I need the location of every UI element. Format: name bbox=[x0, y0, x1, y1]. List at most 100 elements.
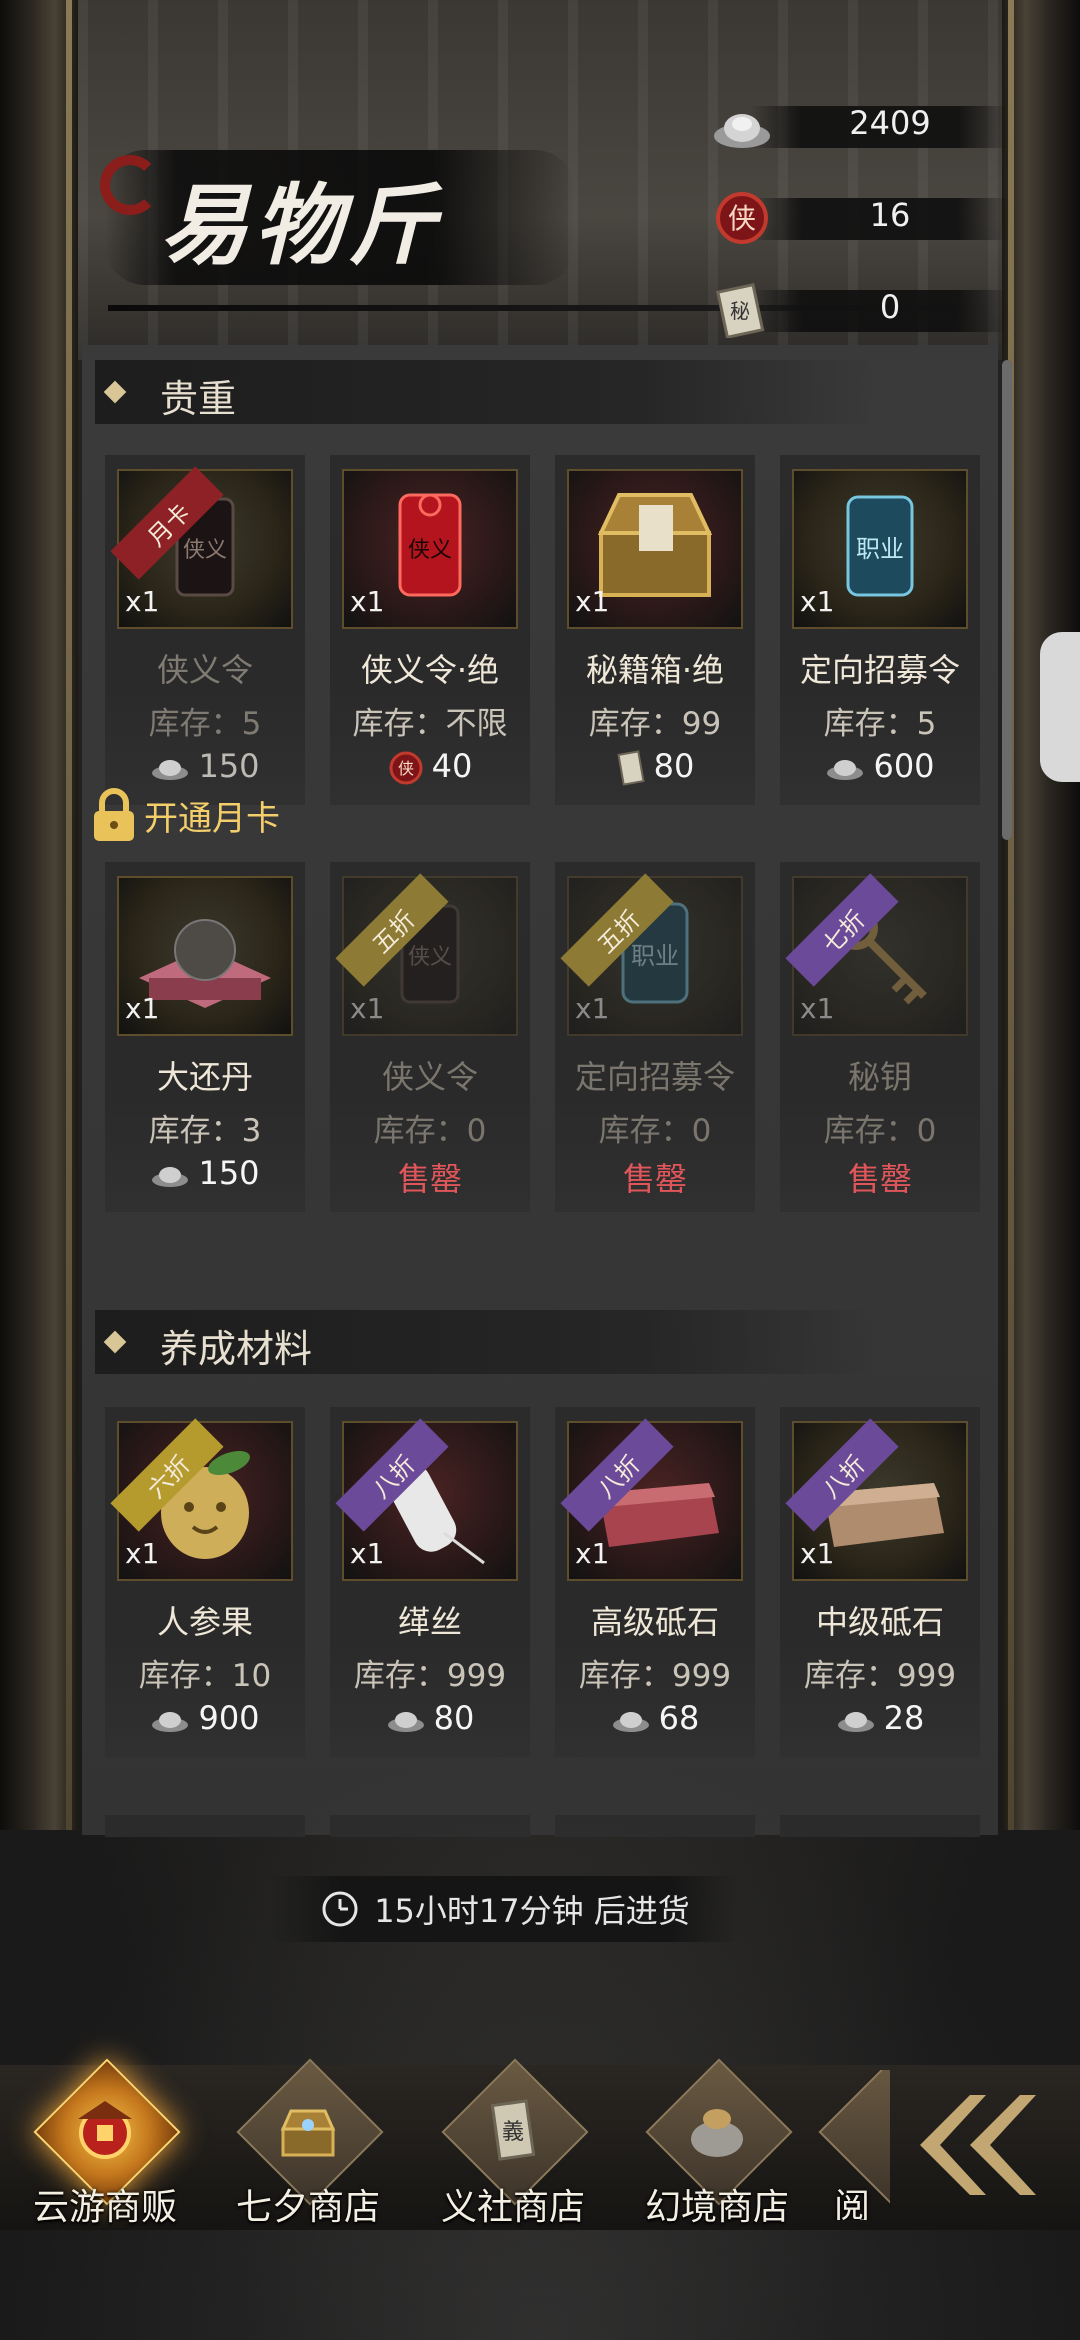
svg-text:義: 義 bbox=[502, 2120, 524, 2145]
lock-icon bbox=[94, 788, 134, 841]
fog-overlay bbox=[0, 1740, 1080, 2340]
section-title: 贵重 bbox=[160, 377, 237, 421]
item-quantity: x1 bbox=[800, 992, 835, 1025]
item-price: 80 bbox=[555, 747, 755, 786]
silver-ingot-icon bbox=[612, 1712, 649, 1732]
svg-text:职业: 职业 bbox=[631, 942, 679, 970]
treasure-chest-icon bbox=[270, 2092, 346, 2168]
item-price: 侠 40 bbox=[330, 747, 530, 786]
item-name: 缂丝 bbox=[397, 1603, 462, 1641]
item-stock: 库存：5 bbox=[148, 706, 262, 742]
unlock-label: 开通月卡 bbox=[144, 798, 280, 839]
nav-tab-illusion-shop[interactable]: 幻境商店 bbox=[627, 2058, 807, 2228]
item-stock: 库存：0 bbox=[373, 1113, 487, 1149]
merchant-icon bbox=[67, 2092, 143, 2168]
item-price: 68 bbox=[555, 1699, 755, 1737]
shop-item-card[interactable]: 职业 五折 x1 定向招募令 库存：0 售罄 bbox=[555, 862, 755, 1212]
item-name: 人参果 bbox=[156, 1603, 253, 1641]
nav-tab-reading-shop[interactable]: 阅 bbox=[800, 2070, 890, 2220]
diamond-icon bbox=[103, 1330, 127, 1354]
item-name: 大还丹 bbox=[156, 1058, 253, 1096]
svg-text:秘: 秘 bbox=[730, 299, 750, 323]
shop-item-card[interactable]: 职业 x1 定向招募令 库存：5 600 bbox=[780, 455, 980, 805]
restock-text: 15小时17分钟 后进货 bbox=[374, 1892, 690, 1930]
item-name: 定向招募令 bbox=[574, 1058, 735, 1096]
silver-ingot-icon bbox=[827, 760, 864, 780]
item-price: 150 bbox=[105, 747, 305, 785]
shop-item-card[interactable]: 六折 x1 人参果 库存：10 900 bbox=[105, 1407, 305, 1757]
silver-ingot-icon bbox=[152, 760, 189, 780]
item-name: 秘钥 bbox=[847, 1058, 912, 1096]
item-stock: 库存：10 bbox=[138, 1658, 272, 1694]
shop-item-card[interactable]: 八折 x1 缂丝 库存：999 80 bbox=[330, 1407, 530, 1757]
item-name: 秘籍箱·绝 bbox=[585, 651, 725, 689]
currency-xia-token: 侠 16 bbox=[710, 190, 1010, 246]
secret-book-amount: 0 bbox=[879, 288, 901, 326]
item-quantity: x1 bbox=[575, 585, 610, 618]
scroll-icon: 義 bbox=[475, 2092, 551, 2168]
currency-silver: 2409 bbox=[710, 98, 1010, 154]
item-stock: 库存：3 bbox=[148, 1113, 262, 1149]
item-stock: 库存：0 bbox=[823, 1113, 937, 1149]
section-header-materials: 养成材料 bbox=[95, 1310, 875, 1374]
section-header-valuable: 贵重 bbox=[95, 360, 875, 424]
bag-icon bbox=[679, 2092, 755, 2168]
soldout-label: 售罄 bbox=[622, 1160, 687, 1198]
item-quantity: x1 bbox=[575, 992, 610, 1025]
item-name: 侠义令 bbox=[381, 1058, 478, 1096]
item-stock: 库存：不限 bbox=[352, 706, 508, 742]
item-price: 900 bbox=[105, 1699, 305, 1737]
item-price: 600 bbox=[780, 747, 980, 785]
right-pillar bbox=[1002, 0, 1080, 1830]
item-quantity: x1 bbox=[800, 585, 835, 618]
nav-label: 义社商店 bbox=[440, 2187, 585, 2228]
item-stock: 库存：0 bbox=[598, 1113, 712, 1149]
item-name: 高级砥石 bbox=[590, 1603, 719, 1641]
item-quantity: x1 bbox=[575, 1537, 610, 1570]
item-stock: 库存：999 bbox=[803, 1658, 957, 1694]
nav-tab-qixi-shop[interactable]: 七夕商店 bbox=[218, 2058, 398, 2228]
item-stock: 库存：5 bbox=[823, 706, 937, 742]
nav-scroll-arrows[interactable] bbox=[890, 2070, 1080, 2220]
shop-item-card[interactable]: 七折 x1 秘钥 库存：0 售罄 bbox=[780, 862, 980, 1212]
item-name: 定向招募令 bbox=[799, 651, 960, 689]
side-drawer-handle[interactable] bbox=[1040, 632, 1080, 782]
nav-tab-society-shop[interactable]: 義 义社商店 bbox=[423, 2058, 603, 2228]
section-title: 养成材料 bbox=[160, 1327, 313, 1371]
title-seal-icon bbox=[100, 155, 160, 215]
svg-text:侠义: 侠义 bbox=[408, 538, 452, 563]
silver-amount: 2409 bbox=[849, 104, 931, 142]
item-name: 侠义令·绝 bbox=[360, 651, 500, 689]
item-quantity: x1 bbox=[800, 1537, 835, 1570]
item-stock: 库存：99 bbox=[588, 706, 722, 742]
diamond-icon bbox=[103, 380, 127, 404]
shop-item-card[interactable]: x1 秘籍箱·绝 库存：99 80 bbox=[555, 455, 755, 805]
nav-label: 云游商贩 bbox=[32, 2187, 177, 2228]
shop-item-card[interactable]: 侠义 五折 x1 侠义令 库存：0 售罄 bbox=[330, 862, 530, 1212]
item-stock: 库存：999 bbox=[578, 1658, 732, 1694]
shop-item-card[interactable]: 侠义 x1 侠义令·绝 库存：不限 侠 40 bbox=[330, 455, 530, 805]
item-name: 侠义令 bbox=[156, 651, 253, 689]
svg-text:侠: 侠 bbox=[728, 202, 756, 235]
unlock-month-card-button[interactable]: 开通月卡 bbox=[92, 785, 280, 845]
svg-text:职业: 职业 bbox=[856, 535, 904, 563]
item-quantity: x1 bbox=[350, 992, 385, 1025]
item-name: 中级砥石 bbox=[815, 1603, 944, 1641]
shop-item-card[interactable]: x1 大还丹 库存：3 150 bbox=[105, 862, 305, 1212]
shop-item-card[interactable]: 侠义 月卡 x1 侠义令 库存：5 150 bbox=[105, 455, 305, 805]
item-price: 28 bbox=[780, 1699, 980, 1737]
secret-book-icon: 秘 bbox=[716, 282, 765, 338]
scrollbar-thumb[interactable] bbox=[1002, 360, 1012, 840]
svg-text:侠义: 侠义 bbox=[408, 945, 452, 970]
nav-tab-wandering-merchant[interactable]: 云游商贩 bbox=[15, 2058, 195, 2228]
double-chevron-left-icon bbox=[920, 2095, 1036, 2195]
clock-icon bbox=[322, 1891, 358, 1927]
currency-secret-book: 秘 0 bbox=[710, 282, 1010, 338]
shop-item-card[interactable]: 八折 x1 中级砥石 库存：999 28 bbox=[780, 1407, 980, 1757]
xia-token-icon: 侠 bbox=[716, 192, 768, 244]
item-price: 150 bbox=[105, 1154, 305, 1192]
item-quantity: x1 bbox=[350, 585, 385, 618]
item-quantity: x1 bbox=[125, 1537, 160, 1570]
shop-item-card[interactable]: 八折 x1 高级砥石 库存：999 68 bbox=[555, 1407, 755, 1757]
svg-text:侠义: 侠义 bbox=[183, 538, 227, 563]
